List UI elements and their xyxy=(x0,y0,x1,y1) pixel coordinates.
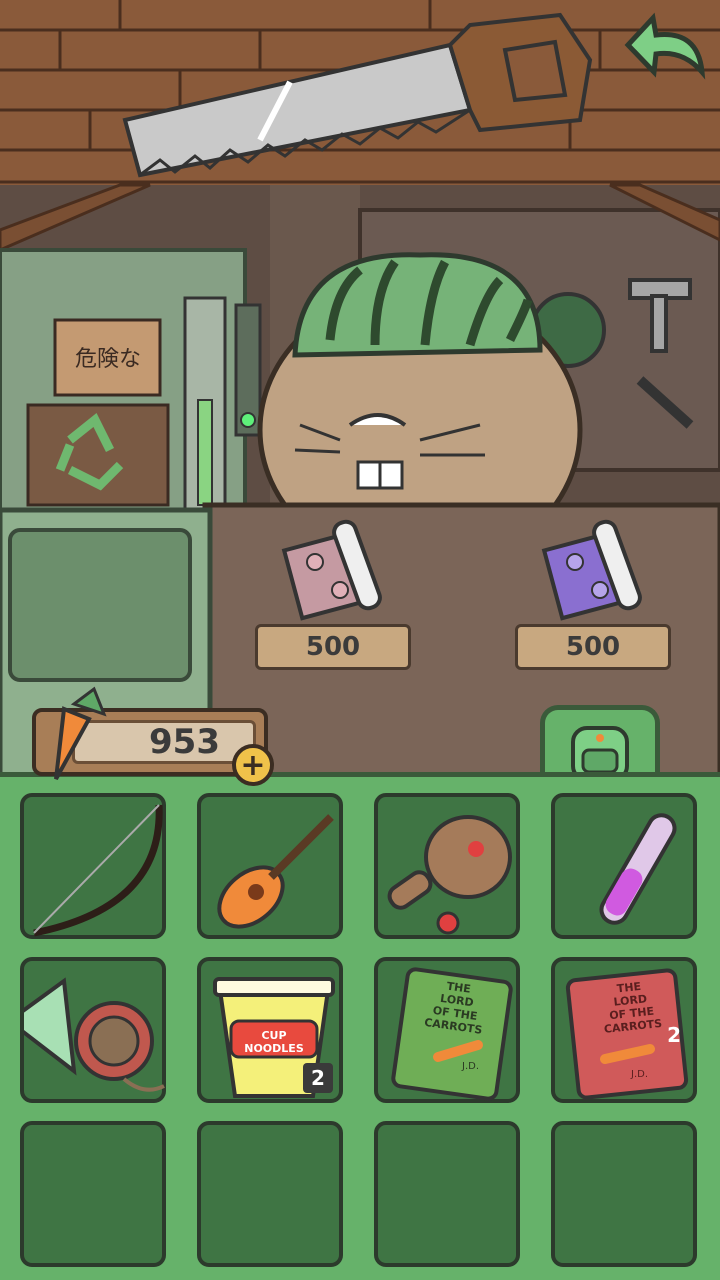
inventory-slot[interactable]: THE LORD OF THE CARROTS J.D. xyxy=(374,957,520,1103)
item-count-label: 2 xyxy=(667,1023,681,1047)
inventory-slot[interactable] xyxy=(20,957,166,1103)
back-button[interactable] xyxy=(618,10,708,80)
price-tag-pink-cloth[interactable]: 500 xyxy=(255,624,411,670)
book-author: J.D. xyxy=(631,1069,649,1080)
inventory-slot[interactable] xyxy=(374,793,520,939)
inventory-slot[interactable] xyxy=(197,793,343,939)
item-count-badge: 2 xyxy=(303,1063,333,1093)
inventory-slot-empty[interactable] xyxy=(20,1121,166,1267)
book-title: THE LORD OF THE CARROTS xyxy=(603,979,663,1036)
carrot-count: 953 xyxy=(149,722,220,762)
price-value: 500 xyxy=(565,632,621,662)
back-arrow-icon xyxy=(624,12,706,80)
inventory-slot-empty[interactable] xyxy=(374,1121,520,1267)
inventory-slot-empty[interactable] xyxy=(551,1121,697,1267)
danger-sign: 危険な xyxy=(58,322,158,392)
carrot-guitar-icon xyxy=(217,814,334,929)
cup-noodles-label: CUP NOODLES xyxy=(244,1029,304,1055)
add-carrots-button[interactable]: + xyxy=(232,744,274,786)
danger-sign-text: 危険な xyxy=(74,347,141,372)
yarn-hat-icon xyxy=(24,977,165,1092)
inventory-slot-empty[interactable] xyxy=(197,1121,343,1267)
inventory-slot[interactable]: CUP NOODLES 2 xyxy=(197,957,343,1103)
inventory-slot[interactable] xyxy=(20,793,166,939)
inventory-slot[interactable] xyxy=(551,793,697,939)
price-value: 500 xyxy=(305,632,361,662)
inventory-slot[interactable]: THE LORD OF THE CARROTS J.D. 2 xyxy=(551,957,697,1103)
inventory-panel: CUP NOODLES 2 THE LORD OF THE CARROTS J.… xyxy=(0,772,720,1280)
carrot-icon xyxy=(54,686,107,780)
bow-icon xyxy=(33,804,163,937)
potion-vial-icon xyxy=(599,813,677,925)
book-author: J.D. xyxy=(462,1061,480,1072)
price-tag-purple-cloth[interactable]: 500 xyxy=(515,624,671,670)
wooden-paddle-ball-icon xyxy=(387,815,512,935)
